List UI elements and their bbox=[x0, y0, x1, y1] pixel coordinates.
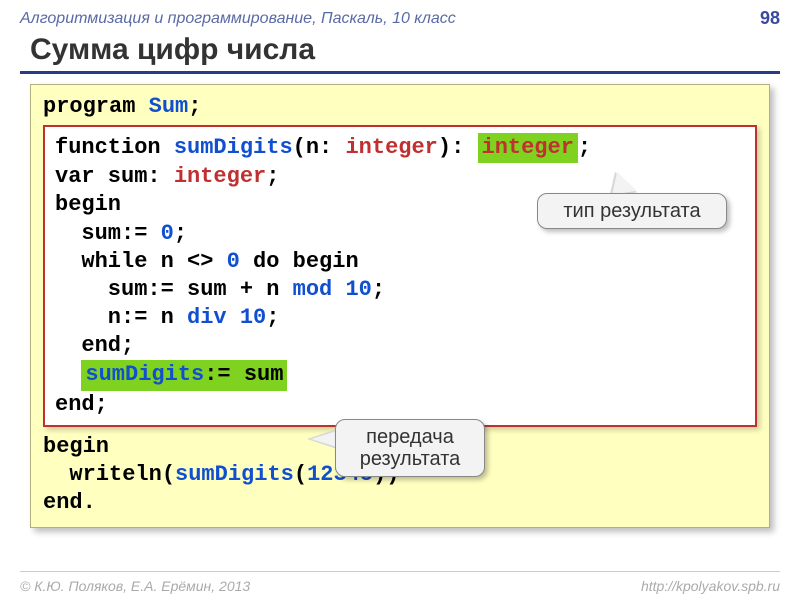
return-type-highlight: integer bbox=[478, 133, 578, 163]
end-fn-line: end; bbox=[55, 391, 745, 419]
end-loop-line: end; bbox=[55, 332, 745, 360]
var-line: var sum: integer; bbox=[55, 163, 745, 191]
return-highlight: sumDigits:= sum bbox=[81, 360, 287, 390]
mod-line: sum:= sum + n mod 10; bbox=[55, 276, 745, 304]
title-underline bbox=[20, 71, 780, 74]
program-line: program Sum; bbox=[43, 93, 757, 121]
div-line: n:= n div 10; bbox=[55, 304, 745, 332]
page-number: 98 bbox=[760, 8, 780, 29]
main-end-line: end. bbox=[43, 489, 757, 517]
while-line: while n <> 0 do begin bbox=[55, 248, 745, 276]
footer-copyright: © К.Ю. Поляков, Е.А. Ерёмин, 2013 bbox=[20, 578, 250, 594]
return-line: sumDigits:= sum bbox=[55, 360, 745, 390]
function-signature: function sumDigits(n: integer): integer; bbox=[55, 133, 745, 163]
callout-result-pass: передача результата bbox=[335, 419, 485, 477]
function-block: function sumDigits(n: integer): integer;… bbox=[43, 125, 757, 427]
footer-separator bbox=[20, 571, 780, 572]
footer-url: http://kpolyakov.spb.ru bbox=[641, 578, 780, 594]
callout-pointer-icon bbox=[311, 431, 337, 447]
code-block-outer: program Sum; function sumDigits(n: integ… bbox=[30, 84, 770, 528]
course-name: Алгоритмизация и программирование, Паска… bbox=[20, 10, 456, 28]
callout-pointer-icon bbox=[608, 169, 636, 195]
callout-return-type: тип результата bbox=[537, 193, 727, 229]
slide-title: Сумма цифр числа bbox=[0, 33, 800, 71]
